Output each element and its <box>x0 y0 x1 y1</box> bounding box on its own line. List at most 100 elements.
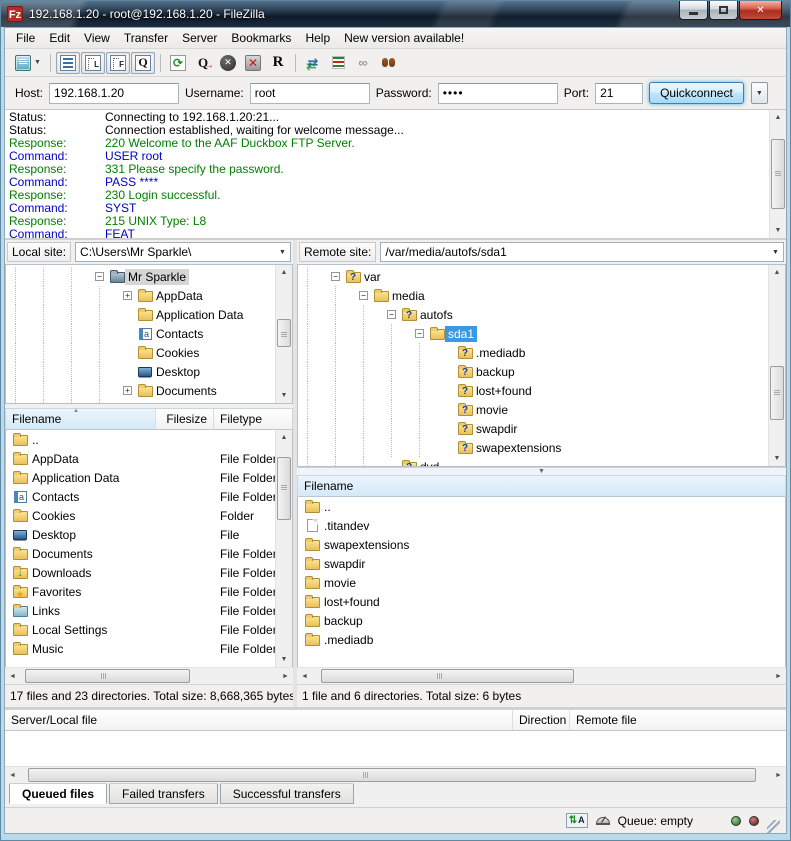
menu-server[interactable]: Server <box>175 29 224 47</box>
remote-file-row-titandev[interactable]: .titandev <box>298 516 785 535</box>
menu-bookmarks[interactable]: Bookmarks <box>224 29 298 47</box>
scroll-up-icon[interactable]: ▲ <box>276 430 292 445</box>
minimize-button[interactable] <box>679 1 708 20</box>
process-queue-button[interactable]: Q <box>191 52 215 74</box>
local-file-row-[interactable]: .. <box>6 430 275 449</box>
local-list-vscroll[interactable]: ▲ ▼ <box>275 430 292 667</box>
local-file-row-links[interactable]: LinksFile Folder <box>6 601 275 620</box>
scroll-left-icon[interactable]: ◄ <box>297 668 312 684</box>
local-file-row-local-settings[interactable]: Local SettingsFile Folder <box>6 620 275 639</box>
chevron-down-icon[interactable]: ▼ <box>768 249 783 256</box>
password-input[interactable] <box>438 83 558 104</box>
scroll-right-icon[interactable]: ► <box>771 767 786 783</box>
remote-tree-item-swapextensions[interactable]: ?swapextensions <box>298 438 768 457</box>
scroll-up-icon[interactable]: ▲ <box>276 265 292 280</box>
local-site-combobox[interactable]: C:\Users\Mr Sparkle\ ▼ <box>75 242 291 262</box>
link-button[interactable]: ∞ <box>351 52 375 74</box>
message-log-vscroll[interactable]: ▲ ▼ <box>769 110 786 238</box>
remote-tree-item-sda1[interactable]: −sda1 <box>298 324 768 343</box>
maximize-button[interactable] <box>709 1 738 20</box>
close-button[interactable]: ✕ <box>739 1 782 20</box>
remote-tree-item-swapdir[interactable]: ?swapdir <box>298 419 768 438</box>
remote-tree-item-var[interactable]: −?var <box>298 267 768 286</box>
remote-tree-item-backup[interactable]: ?backup <box>298 362 768 381</box>
remote-file-row-[interactable]: .. <box>298 497 785 516</box>
scroll-down-icon[interactable]: ▼ <box>769 451 785 466</box>
chevron-down-icon[interactable]: ▼ <box>275 249 290 256</box>
minus-expander-icon[interactable]: − <box>387 310 396 319</box>
minus-expander-icon[interactable]: − <box>359 291 368 300</box>
column-header-server-local-file[interactable]: Server/Local file <box>5 710 513 730</box>
remote-file-row-movie[interactable]: movie <box>298 573 785 592</box>
menu-view[interactable]: View <box>77 29 117 47</box>
local-tree-item-mr-sparkle[interactable]: −Mr Sparkle <box>6 267 275 286</box>
local-tree-item-desktop[interactable]: Desktop <box>6 362 275 381</box>
menu-new-version-available[interactable]: New version available! <box>337 29 471 47</box>
scroll-up-icon[interactable]: ▲ <box>769 265 785 280</box>
local-tree-vscroll[interactable]: ▲ ▼ <box>275 265 292 403</box>
menu-edit[interactable]: Edit <box>42 29 77 47</box>
column-header-remote-file[interactable]: Remote file <box>570 710 786 730</box>
tab-queued-files[interactable]: Queued files <box>9 783 107 804</box>
remote-tree-vscroll[interactable]: ▲ ▼ <box>768 265 785 466</box>
local-file-row-appdata[interactable]: AppDataFile Folder <box>6 449 275 468</box>
resize-grip-icon[interactable] <box>767 820 780 833</box>
scroll-thumb[interactable] <box>277 319 291 347</box>
menu-file[interactable]: File <box>9 29 42 47</box>
column-header-direction[interactable]: Direction <box>513 710 570 730</box>
column-header-filename[interactable]: ▲ Filename <box>6 409 156 429</box>
menu-transfer[interactable]: Transfer <box>117 29 175 47</box>
scroll-up-icon[interactable]: ▲ <box>770 110 786 125</box>
cancel-button[interactable]: ✕ <box>216 52 240 74</box>
remote-file-row-mediadb[interactable]: .mediadb <box>298 630 785 649</box>
sync-browsing-button[interactable] <box>326 52 350 74</box>
scroll-down-icon[interactable]: ▼ <box>770 223 786 238</box>
local-list-hscroll[interactable]: ◄ ► <box>5 667 293 684</box>
tab-failed-transfers[interactable]: Failed transfers <box>109 783 218 804</box>
chevron-down-icon[interactable]: ▼ <box>34 59 41 66</box>
local-file-row-desktop[interactable]: DesktopFile <box>6 525 275 544</box>
site-manager-button[interactable]: ▼ <box>11 52 45 74</box>
toggle-remote-tree-button[interactable]: F <box>106 52 130 74</box>
scroll-thumb[interactable] <box>771 139 785 210</box>
speed-limits-icon[interactable] <box>596 817 610 825</box>
transfer-type-icon[interactable]: A <box>566 813 588 828</box>
reconnect-button[interactable]: R <box>266 52 290 74</box>
remote-tree-item-mediadb[interactable]: ?.mediadb <box>298 343 768 362</box>
local-file-row-cookies[interactable]: CookiesFolder <box>6 506 275 525</box>
local-file-row-music[interactable]: MusicFile Folder <box>6 639 275 658</box>
scroll-thumb[interactable] <box>28 768 756 782</box>
local-file-row-documents[interactable]: DocumentsFile Folder <box>6 544 275 563</box>
remote-tree-item-dvd[interactable]: ?dvd <box>298 457 768 466</box>
remote-site-combobox[interactable]: /var/media/autofs/sda1 ▼ <box>380 242 784 262</box>
toggle-message-log-button[interactable] <box>56 52 80 74</box>
remote-file-row-swapextensions[interactable]: swapextensions <box>298 535 785 554</box>
remote-file-row-swapdir[interactable]: swapdir <box>298 554 785 573</box>
local-tree-item-contacts[interactable]: aContacts <box>6 324 275 343</box>
quickconnect-button[interactable]: Quickconnect <box>649 82 744 104</box>
local-tree-item-downloads[interactable]: +↓Downloads <box>6 400 275 403</box>
scroll-down-icon[interactable]: ▼ <box>276 388 292 403</box>
remote-tree-item-movie[interactable]: ?movie <box>298 400 768 419</box>
scroll-down-icon[interactable]: ▼ <box>276 652 292 667</box>
local-tree-item-documents[interactable]: +Documents <box>6 381 275 400</box>
queue-hscroll[interactable]: ◄ ► <box>5 766 786 783</box>
scroll-right-icon[interactable]: ► <box>771 668 786 684</box>
remote-tree-item-lost-found[interactable]: ?lost+found <box>298 381 768 400</box>
quickconnect-dropdown[interactable]: ▼ <box>751 82 768 104</box>
toggle-local-tree-button[interactable]: L <box>81 52 105 74</box>
local-tree-item-application-data[interactable]: Application Data <box>6 305 275 324</box>
title-bar[interactable]: Fz 192.168.1.20 - root@192.168.1.20 - Fi… <box>1 1 790 27</box>
scroll-right-icon[interactable]: ► <box>278 668 293 684</box>
scroll-thumb[interactable] <box>770 366 784 421</box>
local-file-row-favorites[interactable]: ★FavoritesFile Folder <box>6 582 275 601</box>
find-button[interactable] <box>376 52 400 74</box>
menu-help[interactable]: Help <box>298 29 337 47</box>
scroll-left-icon[interactable]: ◄ <box>5 767 20 783</box>
column-header-filetype[interactable]: Filetype <box>214 409 292 429</box>
remote-tree-item-media[interactable]: −media <box>298 286 768 305</box>
plus-expander-icon[interactable]: + <box>123 291 132 300</box>
scroll-thumb[interactable] <box>321 669 573 683</box>
refresh-button[interactable]: ⟳ <box>166 52 190 74</box>
tab-successful-transfers[interactable]: Successful transfers <box>220 783 354 804</box>
